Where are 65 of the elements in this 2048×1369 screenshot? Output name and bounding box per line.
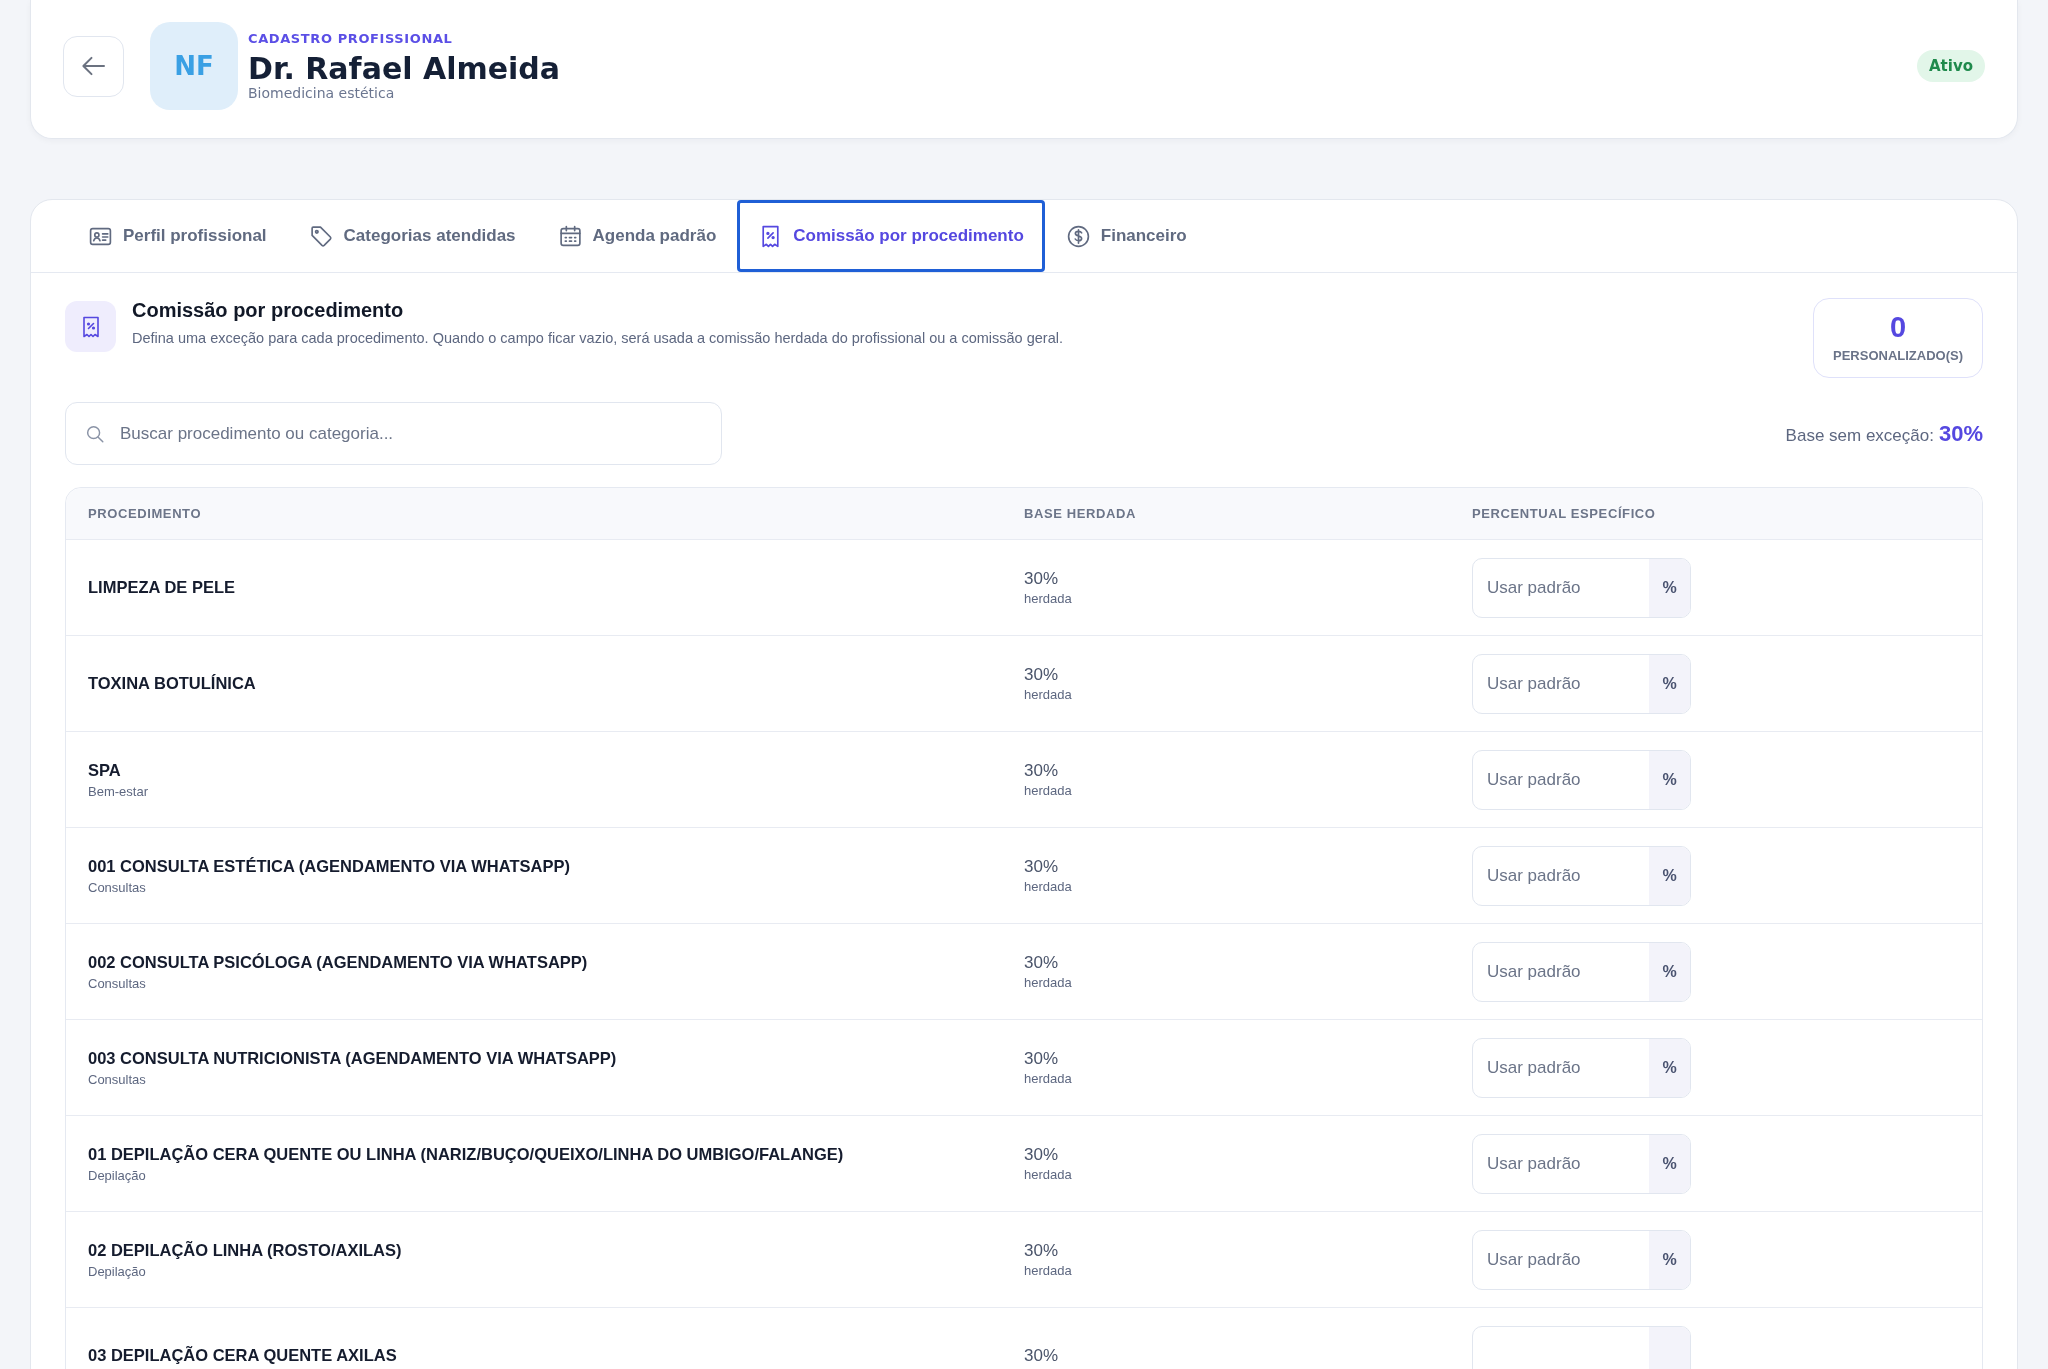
base-value: 30% [1938, 420, 1983, 447]
procedure-name: 001 CONSULTA ESTÉTICA (AGENDAMENTO VIA WHATSAPP) [88, 856, 571, 876]
procedure-name: 03 DEPILAÇÃO CERA QUENTE AXILAS [88, 1346, 398, 1365]
procedure-category: Consultas [88, 1071, 147, 1087]
procedure-category: Consultas [88, 879, 147, 895]
column-header: PERCENTUAL ESPECÍFICO [1472, 506, 1657, 521]
counter-label: PERSONALIZADO(S) [1833, 348, 1963, 363]
procedure-category: Bem-estar [88, 783, 149, 799]
percent-field[interactable]: Usar padrão % [1472, 557, 1691, 618]
inherited-base: 30% [1024, 1049, 1060, 1069]
percent-field[interactable] [1472, 1325, 1691, 1369]
professional-specialty: Biomedicina estética [248, 85, 396, 101]
counter-value: 0 [1889, 313, 1907, 342]
back-button[interactable] [63, 35, 124, 97]
inherited-base: 30% [1024, 569, 1060, 589]
inherited-note: herdada [1024, 783, 1073, 798]
calendar-icon [557, 223, 583, 249]
inherited-note: herdada [1024, 879, 1073, 894]
procedure-name: 01 DEPILAÇÃO CERA QUENTE OU LINHA (NARIZ/BUÇO/QUEIXO/LINHA DO UMBIGO/FALANGE) [88, 1144, 845, 1164]
tab[interactable]: Categorias atendidas [287, 200, 537, 272]
percent-field[interactable]: Usar padrão % [1472, 653, 1691, 714]
dollar-circle-icon [1065, 223, 1091, 249]
tag-icon [308, 223, 334, 249]
avatar: NF [150, 22, 238, 110]
inherited-base: 30% [1024, 665, 1060, 685]
percent-field[interactable]: Usar padrão % [1472, 941, 1691, 1002]
inherited-note: herdada [1024, 1071, 1073, 1086]
base-label: Base sem exceção: [1785, 425, 1934, 446]
section-description: Defina uma exceção para cada procedimento. Quando o campo ficar vazio, será usada a comissão herdada do profissional ou a comissão geral. [132, 330, 1064, 346]
procedure-name: LIMPEZA DE PELE [88, 578, 236, 597]
percent-field[interactable]: Usar padrão % [1472, 845, 1691, 906]
professional-name: Dr. Rafael Almeida [248, 52, 562, 85]
procedure-name: SPA [88, 760, 122, 780]
procedure-name: 003 CONSULTA NUTRICIONISTA (AGENDAMENTO VIA WHATSAPP) [88, 1048, 618, 1068]
column-header: PROCEDIMENTO [88, 506, 203, 521]
status-badge: Ativo [1917, 50, 1985, 82]
inherited-base: 30% [1024, 953, 1060, 973]
tab[interactable]: Perfil profissional [67, 200, 288, 272]
inherited-base: 30% [1024, 1241, 1060, 1261]
inherited-base: 30% [1024, 1145, 1060, 1165]
tab[interactable]: Agenda padrão [536, 200, 738, 272]
inherited-base: 30% [1024, 857, 1060, 877]
search-field[interactable]: Buscar procedimento ou categoria... [65, 402, 722, 465]
percent-field[interactable]: Usar padrão % [1472, 1133, 1691, 1194]
inherited-note: herdada [1024, 591, 1073, 606]
inherited-note: herdada [1024, 1167, 1073, 1182]
procedure-category: Depilação [88, 1263, 147, 1279]
tab[interactable]: Financeiro [1044, 200, 1208, 272]
column-header: BASE HERDADA [1024, 506, 1137, 521]
inherited-base: 30% [1024, 1345, 1060, 1366]
procedure-name: 02 DEPILAÇÃO LINHA (ROSTO/AXILAS) [88, 1240, 403, 1260]
inherited-base: 30% [1024, 761, 1060, 781]
tab[interactable]: Comissão por procedimento [737, 200, 1045, 272]
percent-field[interactable]: Usar padrão % [1472, 1037, 1691, 1098]
percent-field[interactable]: Usar padrão % [1472, 749, 1691, 810]
inherited-note: herdada [1024, 975, 1073, 990]
procedure-name: TOXINA BOTULÍNICA [88, 674, 257, 693]
procedure-category: Depilação [88, 1167, 147, 1183]
procedure-name: 002 CONSULTA PSICÓLOGA (AGENDAMENTO VIA WHATSAPP) [88, 952, 589, 972]
section-title: Comissão por procedimento [132, 299, 405, 322]
page-eyebrow: CADASTRO PROFISSIONAL [248, 31, 454, 46]
percent-field[interactable]: Usar padrão % [1472, 1229, 1691, 1290]
inherited-note: herdada [1024, 1263, 1073, 1278]
inherited-note: herdada [1024, 687, 1073, 702]
procedure-category: Consultas [88, 975, 147, 991]
